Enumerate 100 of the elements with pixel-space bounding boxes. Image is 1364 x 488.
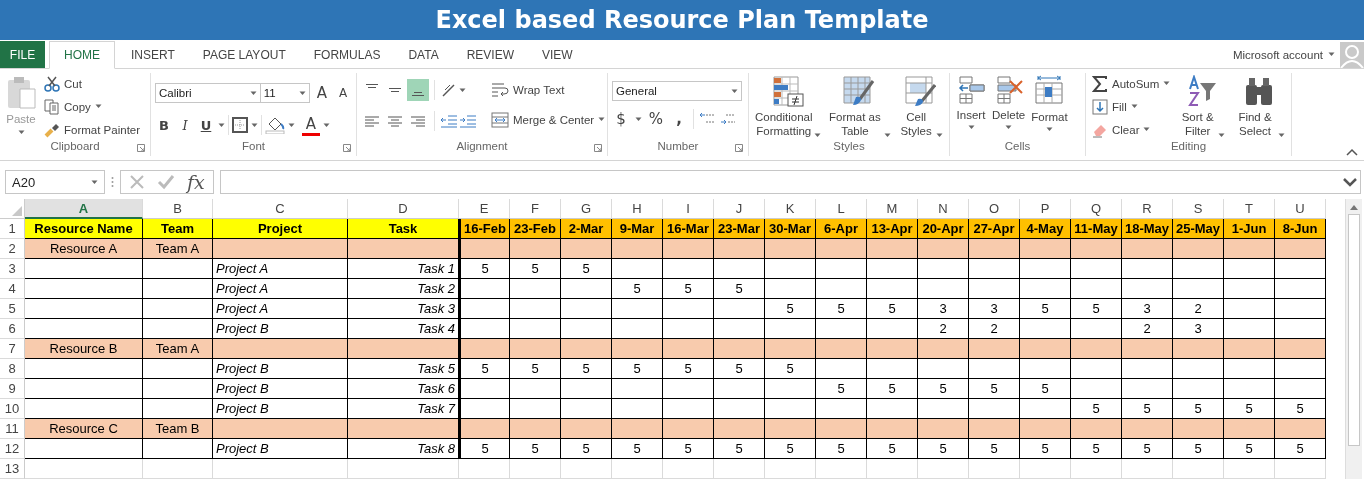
column-header[interactable]: B [143,199,213,219]
ribbon-tab[interactable]: PAGE LAYOUT [188,42,300,68]
scroll-up-icon [1349,203,1359,211]
row-header[interactable]: 6 [0,319,25,339]
insert-function-button[interactable]: fx [187,171,205,193]
row-header[interactable]: 8 [0,359,25,379]
caret-icon [813,133,821,138]
column-header[interactable]: M [867,199,918,219]
table-cell: Team [143,219,213,239]
insert-button[interactable]: Insert [954,73,988,140]
font-color-button[interactable]: A [302,114,320,136]
comma-button[interactable]: , [670,108,688,130]
bold-button[interactable]: B [155,114,173,136]
column-header[interactable]: U [1275,199,1326,219]
table-cell [714,419,765,439]
fill-button[interactable]: Fill [1090,96,1173,117]
ribbon-tab[interactable]: FORMULAS [299,42,395,68]
ribbon-tab[interactable]: DATA [394,42,453,68]
row-header[interactable]: 9 [0,379,25,399]
table-cell: 5 [612,279,663,299]
account-name[interactable]: Microsoft account [1232,48,1323,61]
font-name-field[interactable]: Calibri [155,83,261,103]
table-cell: Team A [143,239,213,259]
table-cell [663,459,714,479]
table-cell [612,339,663,359]
column-header[interactable]: T [1224,199,1275,219]
ribbon-tab[interactable]: VIEW [528,42,587,68]
column-header[interactable]: S [1173,199,1224,219]
table-cell: Team A [143,339,213,359]
grow-font-button[interactable]: A [313,82,331,104]
column-header[interactable]: P [1020,199,1071,219]
name-box[interactable]: A20 [5,170,105,194]
column-header[interactable]: J [714,199,765,219]
ribbon-tab[interactable]: INSERT [117,42,189,68]
row-header[interactable]: 10 [0,399,25,419]
column-header[interactable]: L [816,199,867,219]
table-cell [143,359,213,379]
column-header[interactable]: I [663,199,714,219]
column-header[interactable]: K [765,199,816,219]
row-header[interactable]: 12 [0,439,25,459]
formula-field[interactable] [219,170,1361,194]
align-button[interactable] [407,79,429,101]
ribbon-tab[interactable]: HOME [49,41,115,69]
table-cell: 5 [663,439,714,459]
delete-button[interactable]: Delete [990,73,1028,140]
wrap-text-button[interactable]: Wrap Text [489,79,608,100]
row-header[interactable]: 13 [0,459,25,479]
shrink-font-button[interactable]: A [334,82,352,104]
group-label: Number [657,140,699,152]
italic-button[interactable]: I [176,114,194,136]
cell-styles-button[interactable]: Cell Styles [895,73,945,140]
table-cell [714,239,765,259]
table-cell [459,239,510,259]
table-cell [1122,379,1173,399]
ribbon-tab[interactable]: REVIEW [452,42,528,68]
conditional-formatting-button[interactable]: Conditional Formatting [753,73,823,140]
vertical-scrollbar[interactable] [1345,199,1362,479]
row-header[interactable]: 3 [0,259,25,279]
table-cell: 9-Mar [612,219,663,239]
percent-button[interactable]: % [647,108,665,130]
table-cell [663,239,714,259]
clipboard-icon [6,75,36,109]
column-header[interactable]: Q [1071,199,1122,219]
column-header[interactable]: D [348,199,459,219]
sort-filter-button[interactable]: Sort & Filter [1176,73,1228,140]
file-tab[interactable]: FILE [0,41,45,68]
fill-bucket-icon [265,116,285,134]
column-header[interactable]: H [612,199,663,219]
cut-button[interactable]: Cut [42,73,143,94]
number-format-field[interactable]: General [612,81,742,101]
column-header[interactable]: O [969,199,1020,219]
table-cell [816,419,867,439]
clear-button[interactable]: Clear [1090,119,1173,140]
column-header[interactable]: F [510,199,561,219]
column-header[interactable]: N [918,199,969,219]
row-header[interactable]: 5 [0,299,25,319]
format-as-table-button[interactable]: Format as Table [824,73,894,140]
find-select-button[interactable]: Find & Select [1231,73,1287,140]
column-header[interactable]: R [1122,199,1173,219]
table-cell [1122,339,1173,359]
row-header[interactable]: 4 [0,279,25,299]
currency-button[interactable]: $ [612,108,630,130]
table-cell [816,459,867,479]
column-header[interactable]: C [213,199,348,219]
align-icon [412,92,424,96]
format-button[interactable]: Format [1029,73,1070,140]
copy-button[interactable]: Copy [42,96,143,117]
font-size-field[interactable]: 11 [259,83,310,103]
table-cell [1224,379,1275,399]
format-painter-button[interactable]: Format Painter [42,119,143,140]
caret-icon [598,117,606,122]
caret-icon [936,133,943,138]
column-header[interactable]: A [25,199,143,219]
column-header[interactable]: E [459,199,510,219]
merge-center-button[interactable]: Merge & Center [489,109,608,130]
underline-button[interactable]: U [197,114,215,136]
autosum-button[interactable]: AutoSum [1090,73,1173,94]
table-cell [765,419,816,439]
column-header[interactable]: G [561,199,612,219]
table-cell: Resource A [25,239,143,259]
